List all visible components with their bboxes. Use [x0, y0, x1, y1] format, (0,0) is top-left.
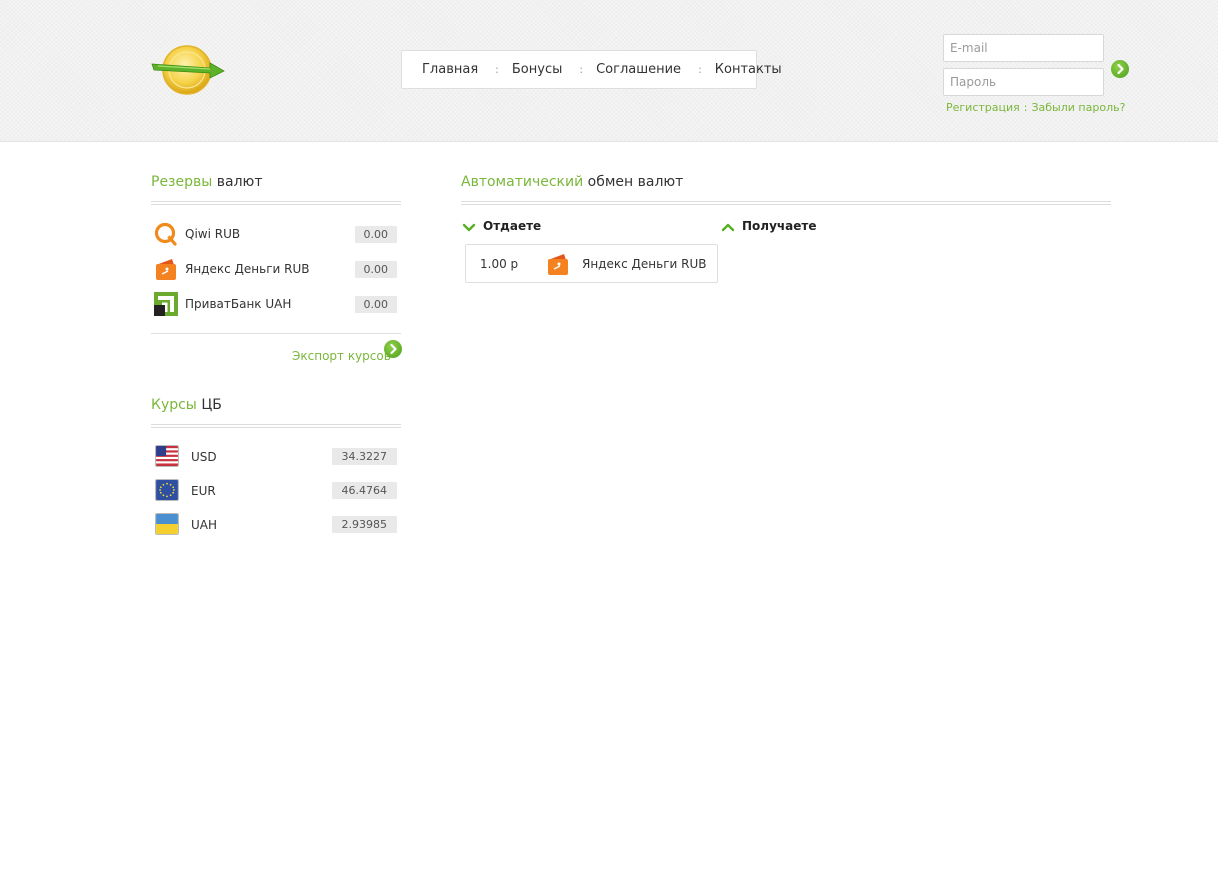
- reserve-currency: Qiwi RUB: [185, 227, 241, 241]
- exchange-title-accent: Автоматический: [461, 174, 584, 190]
- rate-row: EUR 46.4764: [151, 477, 401, 505]
- nav-item-agreement[interactable]: Соглашение: [596, 62, 681, 77]
- reserve-row: Яндекс Деньги RUB 0.00: [151, 254, 401, 284]
- password-field[interactable]: [943, 68, 1104, 96]
- receive-label: Получаете: [742, 219, 817, 233]
- reserve-value: 0.00: [354, 226, 397, 243]
- rates-title-rest: ЦБ: [201, 397, 222, 413]
- chevron-up-icon: [721, 223, 735, 232]
- ukraine-flag-icon: [155, 513, 179, 535]
- coin-arrow-logo-icon[interactable]: [150, 42, 226, 98]
- rate-row: UAH 2.93985: [151, 511, 401, 539]
- give-amount: 1.00 р: [480, 257, 519, 271]
- rate-value: 46.4764: [331, 482, 397, 499]
- give-column-header: Отдаете: [461, 219, 541, 233]
- give-currency-option[interactable]: 1.00 р Яндекс Деньги RUB: [465, 244, 718, 283]
- usa-flag-icon: [155, 445, 179, 467]
- chevron-right-icon: [1117, 63, 1124, 75]
- receive-column-header: Получаете: [720, 219, 816, 233]
- header: Главная : Бонусы : Соглашение : Контакты…: [0, 0, 1218, 142]
- register-link[interactable]: Регистрация: [946, 101, 1020, 114]
- divider: [151, 424, 401, 428]
- rate-value: 34.3227: [331, 448, 397, 465]
- reserve-value: 0.00: [354, 261, 397, 278]
- nav-separator: :: [698, 63, 702, 76]
- reserves-title-rest: валют: [216, 174, 263, 190]
- rate-row: USD 34.3227: [151, 443, 401, 471]
- export-rates-link[interactable]: Экспорт курсов: [292, 349, 391, 363]
- reserve-row: Qiwi RUB 0.00: [151, 219, 401, 249]
- chevron-down-icon: [462, 223, 476, 232]
- forgot-password-link[interactable]: Забыли пароль?: [1031, 101, 1125, 114]
- reserve-currency: Яндекс Деньги RUB: [185, 262, 310, 276]
- rate-code: UAH: [191, 518, 218, 532]
- login-submit-button[interactable]: [1111, 60, 1129, 78]
- main-nav: Главная : Бонусы : Соглашение : Контакты: [401, 50, 782, 89]
- exchange-title-rest: обмен валют: [587, 174, 684, 190]
- nav-item-contacts[interactable]: Контакты: [715, 62, 782, 77]
- qiwi-icon: [154, 222, 177, 246]
- reserves-title: Резервы валют: [151, 174, 262, 190]
- exchange-title: Автоматический обмен валют: [461, 174, 683, 190]
- reserve-currency: ПриватБанк UAH: [185, 297, 292, 311]
- rates-title-accent: Курсы: [151, 397, 197, 413]
- nav-item-home[interactable]: Главная: [422, 62, 478, 77]
- divider: [461, 201, 1111, 205]
- eu-flag-icon: [155, 479, 179, 501]
- privatbank-icon: [154, 292, 178, 316]
- nav-item-bonuses[interactable]: Бонусы: [512, 62, 562, 77]
- reserve-value: 0.00: [354, 296, 397, 313]
- give-label: Отдаете: [483, 219, 542, 233]
- email-field[interactable]: [943, 34, 1104, 62]
- nav-separator: :: [495, 63, 499, 76]
- reserve-row: ПриватБанк UAH 0.00: [151, 289, 401, 319]
- nav-separator: :: [579, 63, 584, 76]
- rate-code: USD: [191, 450, 217, 464]
- chevron-right-icon: [390, 343, 397, 355]
- auth-links: Регистрация: Забыли пароль?: [946, 101, 1125, 114]
- yandex-money-icon: [156, 259, 176, 280]
- auth-links-separator: :: [1023, 101, 1028, 114]
- rates-title: Курсы ЦБ: [151, 397, 222, 413]
- divider: [151, 201, 401, 205]
- yandex-money-icon: [548, 254, 568, 275]
- rate-value: 2.93985: [331, 516, 397, 533]
- give-currency: Яндекс Деньги RUB: [582, 257, 707, 271]
- export-rates-button[interactable]: [384, 340, 402, 358]
- divider: [151, 333, 401, 334]
- rate-code: EUR: [191, 484, 216, 498]
- reserves-title-accent: Резервы: [151, 174, 213, 190]
